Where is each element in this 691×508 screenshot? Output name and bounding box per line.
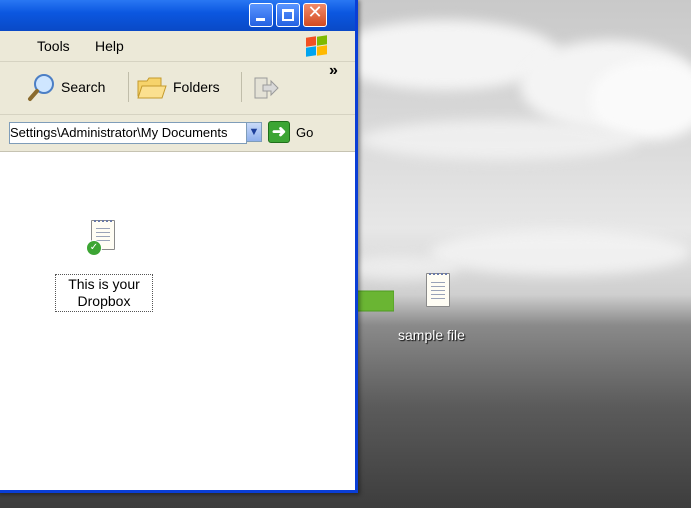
folders-icon (137, 77, 167, 99)
maximize-button[interactable] (276, 3, 300, 27)
explorer-window: ✕ Tools Help Search Folders » Settings\A… (0, 0, 358, 493)
windows-logo-icon (304, 35, 330, 57)
toolbar-separator (128, 72, 129, 102)
search-button[interactable]: Search (27, 72, 105, 102)
menu-bar: Tools Help (0, 31, 355, 62)
close-button[interactable]: ✕ (303, 2, 327, 27)
menu-tools[interactable]: Tools (37, 38, 70, 54)
address-dropdown-button[interactable]: ▼ (246, 122, 262, 142)
folders-label: Folders (173, 79, 220, 95)
go-button[interactable]: ➜ Go (268, 121, 313, 143)
toolbar-overflow-chevron[interactable]: » (329, 62, 338, 80)
toolbar-separator (241, 72, 242, 102)
go-label: Go (296, 124, 314, 140)
address-bar: Settings\Administrator\My Documents ▼ ➜ … (0, 115, 355, 152)
minimize-button[interactable] (249, 3, 273, 27)
notepad-document-icon (426, 273, 450, 307)
explorer-file-label: This is your Dropbox (55, 274, 153, 312)
explorer-file-label-line2: Dropbox (77, 293, 131, 309)
address-input[interactable]: Settings\Administrator\My Documents (9, 122, 247, 144)
explorer-file-item[interactable]: ✓ This is your Dropbox (55, 220, 159, 320)
move-to-folder-icon (254, 77, 279, 99)
search-label: Search (61, 79, 106, 95)
sync-check-icon: ✓ (86, 240, 102, 256)
menu-help[interactable]: Help (95, 38, 124, 54)
go-arrow-icon: ➜ (268, 121, 290, 143)
address-path: Settings\Administrator\My Documents (10, 125, 228, 140)
search-icon (28, 74, 54, 101)
chevron-down-icon: ▼ (248, 126, 260, 138)
folders-button[interactable]: Folders (135, 72, 220, 102)
desktop-file-label: sample file (398, 327, 465, 343)
folder-content-area[interactable]: ✓ This is your Dropbox (0, 152, 355, 490)
toolbar: Search Folders » (0, 62, 355, 115)
move-to-button[interactable] (251, 72, 279, 102)
window-titlebar[interactable]: ✕ (0, 0, 355, 31)
close-icon: ✕ (307, 2, 323, 23)
maximize-icon (282, 9, 294, 21)
explorer-file-label-line1: This is your (68, 276, 140, 292)
desktop-file-sample[interactable] (420, 271, 454, 313)
minimize-icon (256, 18, 265, 21)
